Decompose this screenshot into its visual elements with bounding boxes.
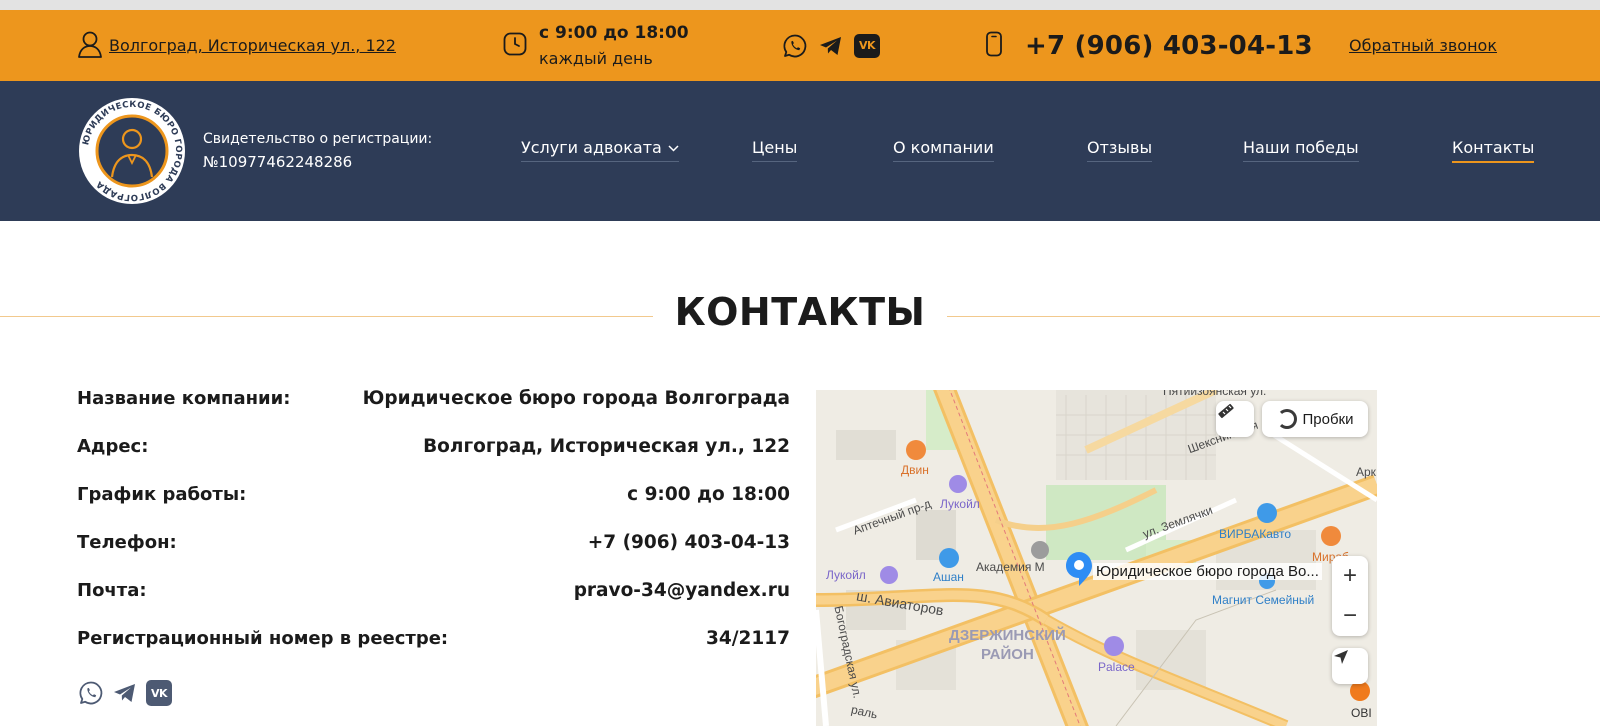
callback-block: Обратный звонок [1349,10,1497,81]
ruler-button[interactable] [1216,401,1254,437]
map-poi-label[interactable]: ВИРБАКавто [1219,527,1291,541]
contact-info-table: Название компании: Юридическое бюро горо… [77,388,790,676]
zoom-out-button[interactable]: − [1332,596,1368,636]
map-street-label: Пятиизоянская ул. [1163,390,1267,398]
nav-victories-link[interactable]: Наши победы [1243,138,1359,162]
nav-services-link[interactable]: Услуги адвоката [521,138,679,162]
social-links: VK [782,10,880,81]
hours-sub: каждый день [539,48,653,68]
telegram-icon[interactable] [818,33,844,59]
info-row-registry: Регистрационный номер в реестре: 34/2117 [77,628,790,676]
vk-icon[interactable]: VK [854,33,880,59]
user-pin-icon [77,30,103,62]
nav-contacts[interactable]: Контакты [1452,138,1535,168]
nav-victories[interactable]: Наши победы [1243,138,1359,168]
map-poi-label[interactable]: Лукойл [940,497,980,511]
whatsapp-icon[interactable] [78,680,104,706]
browser-top-strip [0,0,1600,10]
mobile-phone-icon [985,31,1003,61]
page-title: КОНТАКТЫ [652,290,948,334]
map-district-line2: РАЙОН [981,646,1034,663]
zoom-control: + − [1332,556,1368,636]
nav-services[interactable]: Услуги адвоката [521,138,679,168]
info-key: Название компании: [77,388,291,409]
whatsapp-icon[interactable] [782,33,808,59]
map-district-label: ДЗЕРЖИНСКИЙ РАЙОН [949,626,1066,664]
location-arrow-icon [1334,650,1348,664]
info-row-phone: Телефон: +7 (906) 403-04-13 [77,532,790,580]
hours-main: с 9:00 до 18:00 [539,22,689,43]
info-value: с 9:00 до 18:00 [627,484,790,505]
ruler-icon [1218,403,1234,419]
info-row-address: Адрес: Волгоград, Историческая ул., 122 [77,436,790,484]
phone-block: +7 (906) 403-04-13 [985,10,1313,81]
map-poi-label[interactable]: OBI [1351,706,1372,720]
info-value-phone-link[interactable]: +7 (906) 403-04-13 [588,532,790,553]
traffic-icon [1276,409,1297,429]
info-key: Регистрационный номер в реестре: [77,628,449,649]
registration-number: №10977462248286 [203,153,353,171]
traffic-label: Пробки [1302,410,1354,428]
content-social-links: VK [78,680,172,706]
main-header: ЮРИДИЧЕСКОЕ БЮРО ГОРОДА ВОЛГОГРАДА Свиде… [0,81,1600,221]
nav-prices[interactable]: Цены [752,138,798,168]
yandex-map[interactable]: Пятиизоянская ул. Шекснинская Арк ул. Зе… [816,390,1377,726]
map-poi-label[interactable]: Двин [901,463,929,477]
info-value: 34/2117 [706,628,790,649]
nav-reviews[interactable]: Отзывы [1087,138,1153,168]
clock-icon [503,32,527,60]
telegram-icon[interactable] [112,680,138,706]
info-value: Волгоград, Историческая ул., 122 [423,436,790,457]
vk-icon-text: VK [146,680,172,706]
traffic-button[interactable]: Пробки [1262,401,1368,437]
info-row-schedule: График работы: с 9:00 до 18:00 [77,484,790,532]
info-value-email-link[interactable]: pravo-34@yandex.ru [574,580,790,601]
chevron-down-icon [668,145,679,152]
map-canvas [816,390,1377,726]
phone-number-link[interactable]: +7 (906) 403-04-13 [1025,31,1313,61]
nav-prices-link[interactable]: Цены [752,138,798,162]
info-row-company: Название компании: Юридическое бюро горо… [77,388,790,436]
map-street-label: Академия М [976,560,1045,574]
info-key: Адрес: [77,436,149,457]
map-pin-label[interactable]: Юридическое бюро города Во... [1093,563,1322,580]
top-contact-bar: Волгоград, Историческая ул., 122 с 9:00 … [0,10,1600,81]
nav-contacts-link[interactable]: Контакты [1452,138,1535,163]
map-poi-label[interactable]: Лукойл [826,568,866,582]
registration-info: Свидетельство о регистрации: №1097746224… [203,128,432,174]
company-logo[interactable]: ЮРИДИЧЕСКОЕ БЮРО ГОРОДА ВОЛГОГРАДА [78,97,186,205]
geolocation-button[interactable] [1332,648,1368,684]
vk-icon[interactable]: VK [146,680,172,706]
callback-link[interactable]: Обратный звонок [1349,36,1497,55]
map-poi-label[interactable]: Palace [1098,660,1135,674]
address-block: Волгоград, Историческая ул., 122 [77,10,396,81]
zoom-in-button[interactable]: + [1332,556,1368,596]
info-value: Юридическое бюро города Волгограда [362,388,790,409]
map-street-label: Арк [1356,465,1376,479]
nav-about[interactable]: О компании [893,138,994,168]
nav-about-link[interactable]: О компании [893,138,994,162]
nav-reviews-link[interactable]: Отзывы [1087,138,1153,162]
page-title-wrap: КОНТАКТЫ [0,290,1600,334]
hours-block: с 9:00 до 18:00 каждый день [503,10,689,81]
info-key: Телефон: [77,532,177,553]
info-key: График работы: [77,484,247,505]
map-district-line1: ДЗЕРЖИНСКИЙ [949,627,1066,644]
info-key: Почта: [77,580,147,601]
map-poi-label[interactable]: Магнит Семейный [1212,593,1314,607]
map-poi-label[interactable]: Ашан [933,570,964,584]
vk-icon-text: VK [854,33,880,58]
address-link[interactable]: Волгоград, Историческая ул., 122 [109,36,396,55]
nav-services-label: Услуги адвоката [521,138,662,157]
registration-label: Свидетельство о регистрации: [203,131,433,147]
info-row-email: Почта: pravo-34@yandex.ru [77,580,790,628]
